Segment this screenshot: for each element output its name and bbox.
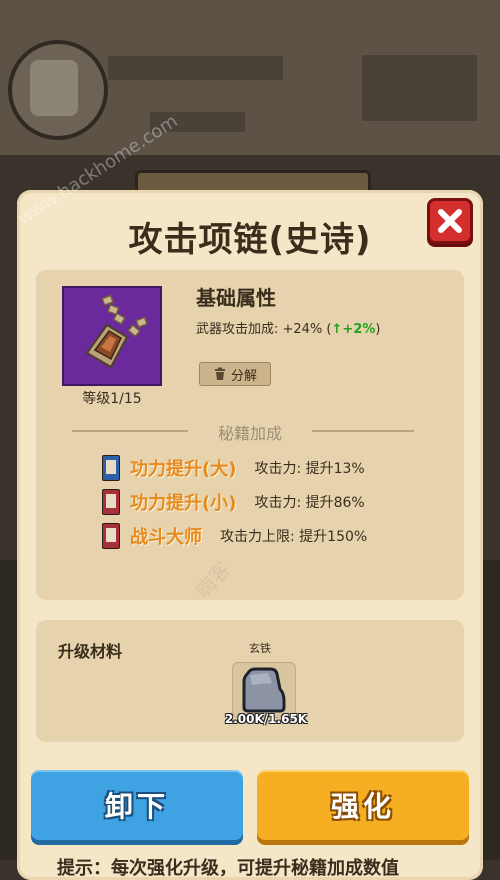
secret-book-row[interactable]: 战斗大师 攻击力上限: 提升150% <box>102 522 367 550</box>
stat-line: 武器攻击加成: +24% (↑+2%) <box>196 318 380 337</box>
currency-blurred <box>362 55 477 121</box>
close-button[interactable] <box>427 198 473 244</box>
secret-book-effect: 攻击力上限: 提升150% <box>220 529 368 545</box>
enhance-button[interactable]: 强化 <box>257 770 469 840</box>
secret-book-effect: 攻击力: 提升13% <box>254 461 365 477</box>
secret-book-name: 功力提升(小) <box>130 493 237 514</box>
stat-close: ) <box>375 322 381 337</box>
secret-book-icon <box>102 523 120 549</box>
player-avatar <box>8 40 108 140</box>
close-icon <box>438 209 462 233</box>
up-arrow-icon: ↑ <box>331 322 343 337</box>
secret-book-icon <box>102 455 120 481</box>
secret-book-icon <box>102 489 120 515</box>
decompose-button[interactable]: 分解 <box>199 362 271 386</box>
material-name: 玄铁 <box>249 642 271 655</box>
background-header <box>0 0 500 155</box>
secret-book-row[interactable]: 功力提升(大) 攻击力: 提升13% <box>102 454 365 482</box>
divider-right <box>312 430 414 432</box>
necklace-icon <box>85 294 149 369</box>
background-right-edge <box>480 560 500 860</box>
item-icon-frame[interactable] <box>62 286 162 386</box>
stat-bonus: +2% <box>342 322 376 337</box>
materials-title: 升级材料 <box>58 642 123 661</box>
secret-book-effect: 攻击力: 提升86% <box>254 495 365 511</box>
material-slot[interactable] <box>232 662 296 718</box>
dialog-title: 攻击项链(史诗) <box>128 220 372 260</box>
secret-header: 秘籍加成 <box>217 424 282 443</box>
iron-ore-icon <box>242 667 286 713</box>
attributes-panel: 等级1/15 基础属性 武器攻击加成: +24% (↑+2%) 分解 秘籍加成 … <box>36 270 464 600</box>
materials-panel: 升级材料 玄铁 2.00K/1.65K <box>36 620 464 742</box>
secret-book-name: 战斗大师 <box>130 527 202 548</box>
decompose-label: 分解 <box>230 368 257 384</box>
player-name-blurred <box>108 56 283 80</box>
item-detail-dialog: 攻击项链(史诗) 等级1/15 基础属性 武器攻击加成: +24% (↑+2%)… <box>17 190 483 880</box>
item-level: 等级1/15 <box>82 391 142 407</box>
trash-icon <box>214 367 225 380</box>
unequip-button[interactable]: 卸下 <box>31 770 243 840</box>
secret-book-name: 功力提升(大) <box>130 459 237 480</box>
stat-text: 武器攻击加成: +24% ( <box>196 322 332 337</box>
basic-attributes-title: 基础属性 <box>196 286 276 310</box>
material-count: 2.00K/1.65K <box>224 712 308 726</box>
secret-book-row[interactable]: 功力提升(小) 攻击力: 提升86% <box>102 488 365 516</box>
tip-text: 提示：每次强化升级，可提升秘籍加成数值 <box>57 858 399 879</box>
